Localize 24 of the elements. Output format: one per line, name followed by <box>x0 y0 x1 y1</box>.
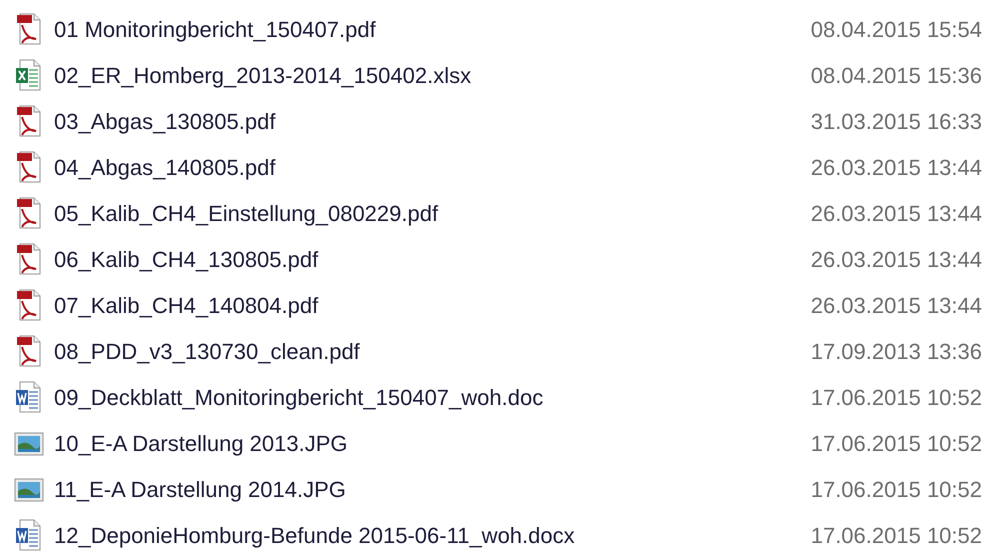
file-name[interactable]: 05_Kalib_CH4_Einstellung_080229.pdf <box>54 196 438 230</box>
file-name[interactable]: 10_E-A Darstellung 2013.JPG <box>54 426 348 460</box>
modified-date: 26.03.2015 13:44 <box>810 154 982 182</box>
file-name[interactable]: 11_E-A Darstellung 2014.JPG <box>54 472 346 506</box>
modified-date: 26.03.2015 13:44 <box>810 200 982 228</box>
file-name[interactable]: 07_Kalib_CH4_140804.pdf <box>54 288 318 322</box>
file-name[interactable]: 03_Abgas_130805.pdf <box>54 104 276 138</box>
file-name[interactable]: 04_Abgas_140805.pdf <box>54 150 276 184</box>
modified-date: 08.04.2015 15:36 <box>810 62 982 90</box>
file-name[interactable]: 08_PDD_v3_130730_clean.pdf <box>54 334 360 368</box>
file-name[interactable]: 06_Kalib_CH4_130805.pdf <box>54 242 318 276</box>
modified-date: 08.04.2015 15:54 <box>810 16 982 44</box>
modified-date: 17.06.2015 10:52 <box>810 476 982 504</box>
modified-date: 17.09.2013 13:36 <box>810 338 982 366</box>
modified-date: 17.06.2015 10:52 <box>810 522 982 550</box>
modified-date: 26.03.2015 13:44 <box>810 292 982 320</box>
modified-date: 26.03.2015 13:44 <box>810 246 982 274</box>
file-name[interactable]: 01 Monitoringbericht_150407.pdf <box>54 12 376 46</box>
file-name[interactable]: 09_Deckblatt_Monitoringbericht_150407_woh.doc <box>54 380 544 414</box>
modified-date: 31.03.2015 16:33 <box>810 108 982 136</box>
modified-date: 17.06.2015 10:52 <box>810 430 982 458</box>
modified-date: 17.06.2015 10:52 <box>810 384 982 412</box>
file-name[interactable]: 12_DeponieHomburg-Befunde 2015-06-11_woh.docx <box>54 518 575 552</box>
file-name[interactable]: 02_ER_Homberg_2013-2014_150402.xlsx <box>54 58 472 92</box>
